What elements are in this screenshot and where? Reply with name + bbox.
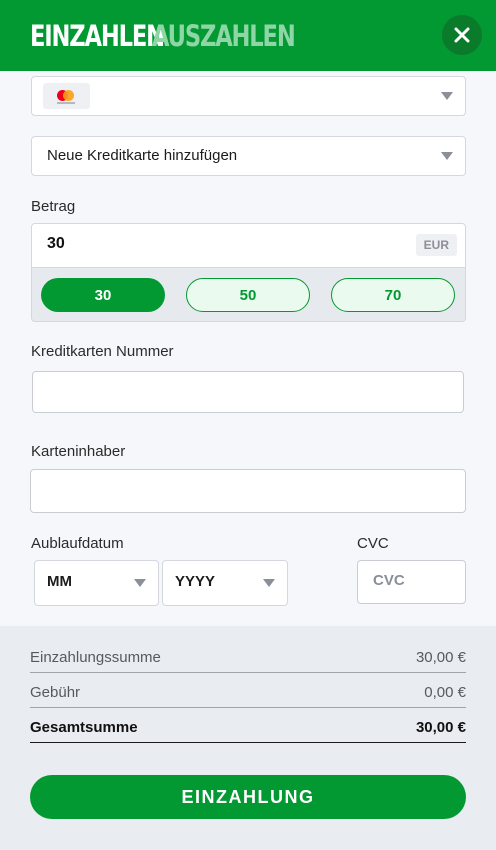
expiry-year-value: YYYY: [175, 573, 216, 590]
deposit-button[interactable]: EINZAHLUNG: [30, 775, 466, 819]
cvc-placeholder: CVC: [373, 572, 405, 589]
chevron-down-icon: [441, 92, 453, 100]
card-holder-input[interactable]: [30, 469, 466, 513]
card-select-value: Neue Kreditkarte hinzufügen: [47, 147, 238, 164]
expiry-month-value: MM: [47, 573, 72, 590]
card-number-label: Kreditkarten Nummer: [31, 343, 174, 360]
cvc-input[interactable]: CVC: [357, 560, 466, 604]
card-holder-label: Karteninhaber: [31, 443, 126, 460]
tab-withdraw[interactable]: AUSZAHLEN: [152, 19, 296, 53]
summary-label: Gesamtsumme: [30, 719, 138, 736]
chevron-down-icon: [134, 579, 146, 587]
amount-preset-30[interactable]: 30: [41, 278, 165, 312]
amount-label: Betrag: [31, 198, 76, 215]
chevron-down-icon: [263, 579, 275, 587]
summary-row-total: Gesamtsumme 30,00 €: [30, 708, 466, 743]
amount-preset-70[interactable]: 70: [331, 278, 455, 312]
tab-deposit[interactable]: EINZAHLEN: [30, 19, 165, 53]
amount-preset-50[interactable]: 50: [186, 278, 310, 312]
summary-value: 30,00 €: [415, 649, 466, 666]
header: EINZAHLEN AUSZAHLEN: [0, 0, 496, 71]
amount-input[interactable]: 30 EUR: [32, 224, 465, 268]
amount-box: 30 EUR 30 50 70: [31, 223, 466, 322]
summary-row-fee: Gebühr 0,00 €: [30, 673, 466, 708]
summary-value: 30,00 €: [415, 719, 466, 736]
card-select[interactable]: Neue Kreditkarte hinzufügen: [31, 136, 466, 176]
summary-label: Gebühr: [30, 684, 81, 701]
summary-value: 0,00 €: [424, 684, 466, 701]
close-button[interactable]: [442, 15, 482, 55]
payment-method-select[interactable]: [31, 76, 466, 116]
chevron-down-icon: [441, 152, 453, 160]
cvc-label: CVC: [357, 535, 389, 552]
expiry-month-select[interactable]: MM: [34, 560, 159, 606]
amount-value: 30: [47, 235, 65, 252]
card-number-input[interactable]: [32, 371, 464, 413]
expiry-label: Aublaufdatum: [31, 535, 124, 552]
mastercard-icon: [43, 83, 90, 109]
summary-row-subtotal: Einzahlungssumme 30,00 €: [30, 638, 466, 673]
summary-label: Einzahlungssumme: [30, 649, 161, 666]
close-icon: [454, 27, 470, 43]
currency-badge: EUR: [415, 234, 457, 256]
expiry-year-select[interactable]: YYYY: [162, 560, 288, 606]
